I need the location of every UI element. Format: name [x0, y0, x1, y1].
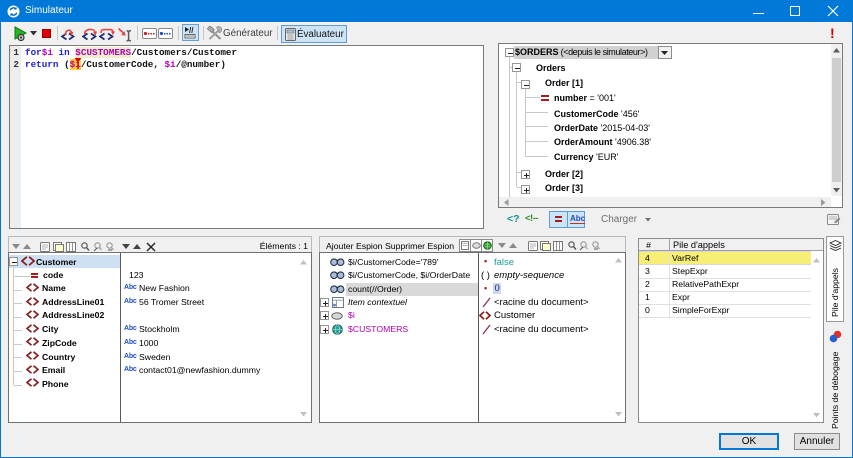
- svg-text://: //: [189, 26, 194, 35]
